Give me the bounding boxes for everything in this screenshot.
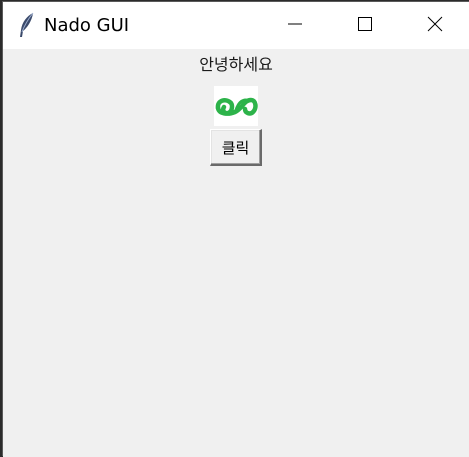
close-icon	[427, 16, 443, 36]
close-button[interactable]	[400, 2, 469, 49]
window-title: Nado GUI	[44, 15, 130, 36]
window-content: 안녕하세요 클릭	[3, 49, 469, 457]
maximize-button[interactable]	[330, 2, 400, 49]
greeting-label: 안녕하세요	[199, 55, 273, 74]
feather-icon	[18, 12, 36, 38]
minimize-icon	[287, 16, 303, 36]
green-chain-logo	[214, 86, 258, 126]
app-window: Nado GUI 안녕하세요 클릭	[2, 1, 469, 457]
minimize-button[interactable]	[260, 2, 330, 49]
maximize-icon	[357, 16, 373, 36]
title-bar[interactable]: Nado GUI	[3, 2, 469, 49]
click-button[interactable]: 클릭	[210, 129, 262, 166]
